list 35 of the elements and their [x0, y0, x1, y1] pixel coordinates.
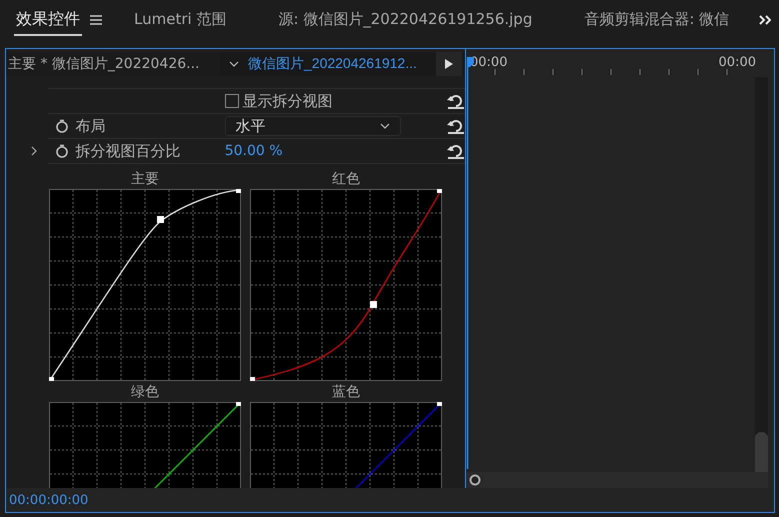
panel-tab[interactable]: Lumetri 范围 — [132, 5, 228, 35]
property-label: 布局 — [76, 117, 106, 135]
chevron-down-icon — [229, 61, 239, 67]
panel-tab[interactable]: 源: 微信图片_20220426191256.jpg — [276, 5, 534, 35]
timecode[interactable]: 00:00:00:00 — [9, 492, 88, 508]
property-label: 拆分视图百分比 — [76, 142, 181, 160]
curve-title: 红色 — [332, 170, 360, 189]
zoom-handle-icon[interactable] — [469, 474, 481, 486]
checkbox-label: 显示拆分视图 — [242, 92, 333, 110]
play-icon — [445, 59, 453, 69]
menu-icon[interactable] — [90, 15, 102, 25]
timecode-label: 00:00 — [718, 55, 756, 70]
curve-graph[interactable] — [250, 189, 442, 381]
panel-tab[interactable]: 效果控件 — [14, 4, 82, 36]
checkbox[interactable] — [224, 94, 239, 108]
horizontal-scrollbar[interactable] — [466, 472, 768, 488]
reset-icon[interactable] — [447, 143, 465, 159]
chevrons-icon[interactable] — [759, 15, 771, 25]
curve-title: 绿色 — [131, 383, 159, 402]
play-button[interactable] — [436, 52, 462, 76]
master-clip-label: 主要 * 微信图片_20220426... — [8, 55, 201, 73]
reset-icon[interactable] — [447, 118, 465, 134]
chevron-down-icon — [380, 123, 390, 129]
curve-title: 主要 — [131, 170, 159, 189]
panel-tab[interactable]: 音频剪辑混合器: 微信 — [582, 5, 732, 35]
layout-dropdown[interactable]: 水平 — [224, 116, 401, 136]
curve-title: 蓝色 — [332, 383, 360, 402]
reset-icon[interactable] — [447, 93, 465, 109]
stopwatch-icon[interactable] — [54, 119, 69, 133]
vertical-scrollbar[interactable] — [755, 77, 768, 472]
expand-chevron-icon[interactable] — [31, 146, 37, 156]
scroll-thumb[interactable] — [755, 432, 768, 472]
percent-value[interactable]: 50.00 % — [224, 143, 283, 159]
curve-graph[interactable] — [49, 189, 241, 381]
stopwatch-icon[interactable] — [54, 144, 69, 158]
